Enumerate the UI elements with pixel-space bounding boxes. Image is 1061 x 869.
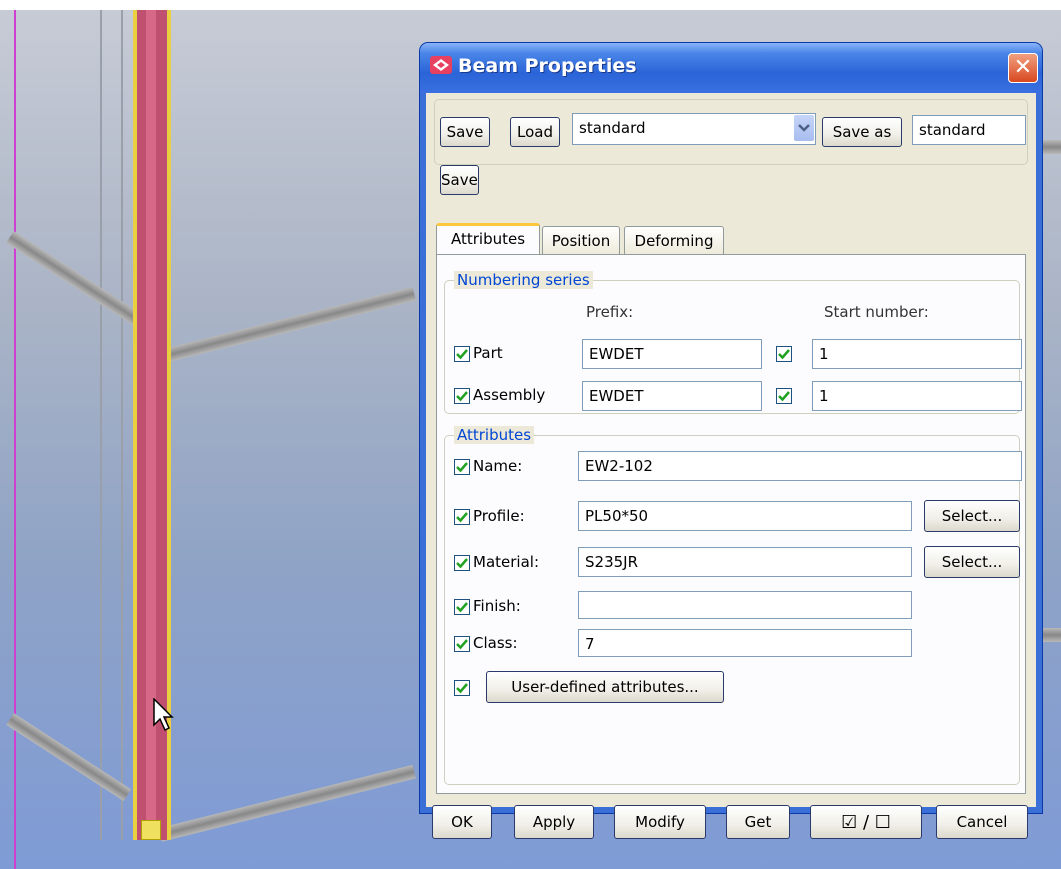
start-number-header: Start number:	[824, 303, 929, 321]
finish-checkbox[interactable]	[454, 599, 470, 615]
wall-edge	[100, 10, 102, 840]
wall-edge	[121, 10, 123, 840]
assembly-checkbox[interactable]	[454, 388, 470, 404]
save-as-button[interactable]: Save as	[822, 117, 902, 147]
save-button[interactable]: Save	[440, 165, 479, 195]
beam-right-upper	[158, 286, 416, 364]
tab-deforming[interactable]: Deforming	[624, 226, 724, 256]
modify-button[interactable]: Modify	[614, 805, 706, 839]
attributes-group-label: Attributes	[454, 426, 535, 444]
get-button[interactable]: Get	[726, 805, 790, 839]
profile-select-button[interactable]: Select...	[924, 500, 1020, 532]
title-bar[interactable]: Beam Properties ✕	[420, 43, 1042, 93]
beam-left-upper	[6, 231, 148, 331]
name-checkbox[interactable]	[454, 459, 470, 475]
column-handle[interactable]	[141, 820, 161, 840]
save-as-name-input[interactable]: standard	[912, 115, 1026, 145]
toggle-all-checkboxes-button[interactable]: ☑ / ☐	[810, 805, 922, 839]
beam-right-lower	[158, 764, 416, 842]
chevron-down-icon[interactable]	[794, 115, 814, 141]
tab-attributes[interactable]: Attributes	[436, 223, 540, 256]
viewport-top-border	[0, 0, 1061, 10]
user-defined-attributes-button[interactable]: User-defined attributes...	[486, 671, 724, 703]
grid-line	[14, 10, 16, 869]
apply-button[interactable]: Apply	[514, 805, 594, 839]
beam-left-lower	[6, 713, 132, 802]
finish-input[interactable]	[578, 591, 912, 619]
class-label: Class:	[473, 634, 518, 652]
dialog-title: Beam Properties	[458, 55, 637, 77]
assembly-label: Assembly	[473, 386, 546, 404]
preset-dropdown[interactable]: standard	[572, 113, 816, 145]
name-label: Name:	[473, 457, 523, 475]
part-start-number-input[interactable]: 1	[812, 339, 1022, 369]
beam-far-right	[1042, 140, 1061, 154]
class-checkbox[interactable]	[454, 636, 470, 652]
prefix-header: Prefix:	[586, 303, 634, 321]
part-prefix-input[interactable]: EWDET	[582, 339, 762, 369]
assembly-prefix-input[interactable]: EWDET	[582, 381, 762, 411]
mouse-cursor-icon	[153, 698, 174, 732]
save-button[interactable]: Save	[440, 117, 490, 147]
assembly-start-number-input[interactable]: 1	[812, 381, 1022, 411]
profile-label: Profile:	[473, 507, 525, 525]
finish-label: Finish:	[473, 597, 521, 615]
material-label: Material:	[473, 553, 539, 571]
app-icon	[430, 56, 452, 74]
part-checkbox[interactable]	[454, 346, 470, 362]
material-select-button[interactable]: Select...	[924, 546, 1020, 578]
material-input[interactable]: S235JR	[578, 547, 912, 577]
class-input[interactable]: 7	[578, 629, 912, 657]
part-label: Part	[473, 344, 503, 362]
part-start-checkbox[interactable]	[776, 346, 792, 362]
beam-far-right-lower	[1042, 628, 1061, 642]
tab-position[interactable]: Position	[542, 226, 620, 256]
name-input[interactable]: EW2-102	[578, 451, 1022, 481]
dialog-client-area: Save Save Load standard Save as standard…	[426, 93, 1036, 839]
profile-checkbox[interactable]	[454, 509, 470, 525]
assembly-start-checkbox[interactable]	[776, 388, 792, 404]
user-defined-checkbox[interactable]	[454, 680, 470, 696]
material-checkbox[interactable]	[454, 555, 470, 571]
profile-input[interactable]: PL50*50	[578, 501, 912, 531]
cancel-button[interactable]: Cancel	[936, 805, 1028, 839]
close-button[interactable]: ✕	[1008, 53, 1038, 83]
load-button[interactable]: Load	[510, 117, 560, 147]
ok-button[interactable]: OK	[432, 805, 492, 839]
beam-properties-dialog: Beam Properties ✕ Save Save Load standar…	[420, 43, 1042, 839]
numbering-series-label: Numbering series	[454, 271, 593, 289]
preset-value: standard	[579, 119, 646, 137]
